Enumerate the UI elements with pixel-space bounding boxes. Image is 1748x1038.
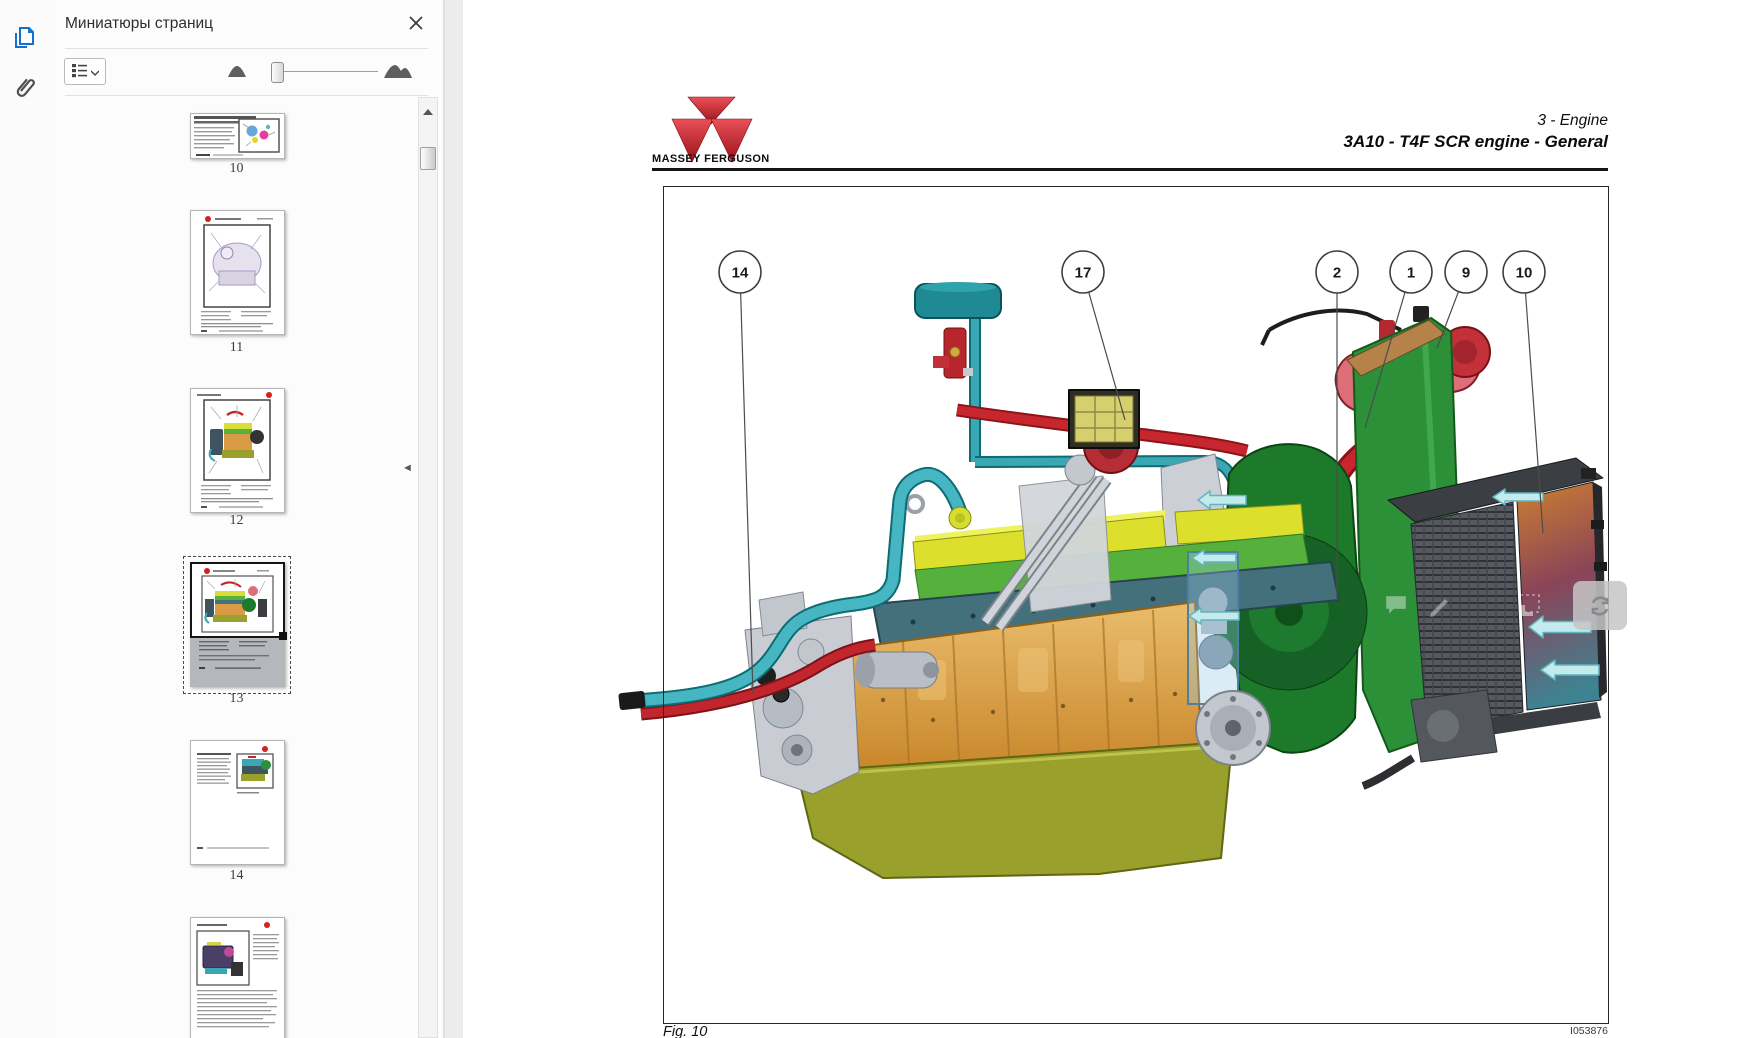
select-area-icon[interactable]: [1517, 593, 1545, 624]
page-number-label: 10: [190, 161, 283, 177]
page-number-label: 11: [190, 340, 283, 356]
acrobat-window: Миниатюры страниц: [0, 0, 1748, 1038]
draw-pen-icon[interactable]: [1427, 593, 1453, 622]
page-thumbnails-icon: [11, 39, 39, 56]
zoom-in-thumbnails-icon[interactable]: [383, 59, 413, 86]
section-title: 3A10 - T4F SCR engine - General: [1103, 132, 1608, 152]
slider-track: [282, 71, 378, 72]
triangle-up-icon: [423, 102, 433, 120]
attachments-tool[interactable]: [11, 74, 39, 102]
slider-thumb[interactable]: [271, 62, 284, 83]
floating-toolbar: [1375, 581, 1631, 631]
page-number-label: 13: [190, 691, 283, 707]
thumbnail-list: 10 11: [50, 96, 418, 1038]
callout-number-9: 9: [1462, 265, 1470, 282]
document-area: 14 17 2 1 9 10 MASSEY FERGUSON 3 - Engine 3A1…: [463, 0, 1748, 1038]
figure-caption: Fig. 10: [663, 1024, 707, 1038]
paperclip-icon: [11, 89, 39, 106]
thumbnail-page-11[interactable]: [190, 210, 285, 335]
callout-number-2: 2: [1333, 265, 1341, 282]
thumbnail-page-13-selected[interactable]: [190, 562, 285, 687]
collapse-panel-arrow[interactable]: ◄: [402, 462, 413, 474]
figure-reference: I053876: [1548, 1025, 1608, 1037]
page-number-label: 14: [190, 868, 283, 884]
thumbnail-size-slider[interactable]: [268, 58, 378, 85]
left-toolbar: [0, 0, 51, 1038]
panel-title: Миниатюры страниц: [65, 15, 213, 33]
page-thumbnails-tool[interactable]: [11, 24, 39, 52]
page-number-label: 12: [190, 513, 283, 529]
thumbnail-page-10[interactable]: [190, 113, 285, 159]
thumbnail-preview: [191, 114, 284, 158]
view-rectangle-resize-handle[interactable]: [279, 632, 287, 640]
thumbnails-panel: Миниатюры страниц: [50, 0, 444, 1038]
callout-number-1: 1: [1407, 265, 1415, 282]
close-icon: [408, 19, 424, 34]
zoom-out-thumbnails-icon[interactable]: [226, 62, 248, 85]
callout-number-17: 17: [1075, 265, 1092, 282]
refresh-tool-chip[interactable]: [1573, 581, 1627, 630]
thumbnail-page-15[interactable]: [190, 917, 285, 1038]
callout-number-14: 14: [732, 265, 749, 282]
thumbnails-toolbar: [50, 48, 443, 95]
page-view-rectangle[interactable]: [190, 562, 285, 638]
callout-number-10: 10: [1516, 265, 1533, 282]
thumbnails-panel-header: Миниатюры страниц: [50, 0, 443, 48]
add-comment-icon[interactable]: [1383, 593, 1409, 622]
thumbnail-zoom-controls: [50, 58, 443, 85]
chapter-title: 3 - Engine: [1163, 112, 1608, 130]
header-rule: [652, 168, 1608, 171]
panel-scrollbar[interactable]: [418, 97, 438, 1038]
close-panel-button[interactable]: [407, 15, 425, 33]
brand-name: MASSEY FERGUSON: [652, 153, 770, 165]
thumbnail-page-12[interactable]: [190, 388, 285, 513]
panel-splitter[interactable]: [444, 0, 465, 1038]
thumbnail-preview: [191, 389, 284, 512]
thumbnail-preview: [191, 741, 284, 864]
thumbnail-preview: [191, 211, 284, 334]
scroll-up-button[interactable]: [419, 98, 437, 124]
scrollbar-thumb[interactable]: [420, 147, 436, 170]
thumbnail-page-14[interactable]: [190, 740, 285, 865]
thumbnail-preview: [191, 918, 284, 1038]
out-of-view-shade: [191, 636, 284, 686]
